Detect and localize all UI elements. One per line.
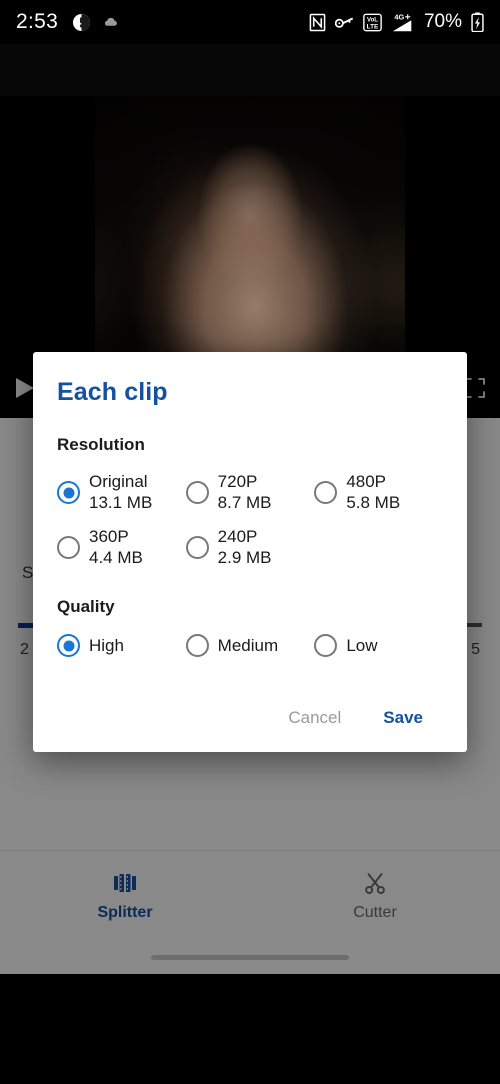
radio-icon-720p[interactable] — [185, 481, 209, 505]
resolution-option-original[interactable]: Original 13.1 MB — [57, 465, 186, 520]
resolution-option-360p[interactable]: 360P 4.4 MB — [57, 520, 186, 575]
radio-icon-480p[interactable] — [314, 481, 338, 505]
resolution-group: Resolution Original 13.1 MB 720P 8.7 MB — [57, 435, 443, 575]
quality-options: High Medium Low — [57, 627, 443, 664]
volte-icon: VoL LTE — [363, 13, 382, 32]
radio-icon-high[interactable] — [57, 634, 80, 658]
resolution-size-360p: 4.4 MB — [89, 547, 143, 567]
resolution-name-original: Original — [89, 472, 148, 491]
resolution-name-480p: 480P — [346, 472, 387, 491]
dialog-actions: Cancel Save — [57, 698, 443, 738]
quality-group: Quality High Medium Low — [57, 597, 443, 664]
resolution-name-240p: 240P — [217, 527, 258, 547]
quality-option-medium[interactable]: Medium — [185, 627, 315, 664]
resolution-option-720p[interactable]: 720P 8.7 MB — [185, 465, 315, 520]
status-time: 2:53 — [16, 10, 59, 33]
quality-option-low[interactable]: Low — [314, 627, 443, 664]
vpn-key-icon — [334, 15, 354, 29]
resolution-size-240p: 2.9 MB — [217, 547, 272, 567]
battery-percent-label: 70% — [423, 11, 462, 32]
svg-text:LTE: LTE — [367, 23, 379, 30]
resolution-group-label: Resolution — [57, 435, 145, 454]
quality-name-high: High — [89, 635, 124, 655]
each-clip-dialog: Each clip Resolution Original 13.1 MB 72… — [33, 352, 467, 753]
resolution-size-480p: 5.8 MB — [346, 492, 401, 512]
resolution-size-720p: 8.7 MB — [217, 492, 272, 512]
resolution-option-240p[interactable]: 240P 2.9 MB — [185, 520, 315, 575]
status-bar: 2:53 VoL LTE 4G 70% — [0, 0, 500, 44]
quality-name-low: Low — [346, 635, 378, 655]
resolution-size-original: 13.1 MB — [89, 492, 153, 512]
video-header-bar — [0, 44, 500, 96]
quality-option-high[interactable]: High — [57, 627, 186, 664]
resolution-name-720p: 720P — [217, 472, 258, 491]
radio-icon-medium[interactable] — [185, 634, 209, 658]
resolution-name-360p: 360P — [89, 527, 129, 547]
cloud-icon — [103, 16, 118, 28]
resolution-options: Original 13.1 MB 720P 8.7 MB 480P 5.8 MB… — [57, 465, 443, 575]
quality-name-medium: Medium — [217, 635, 279, 655]
signal-4g-plus-icon: 4G — [391, 12, 415, 33]
radio-icon-360p[interactable] — [57, 536, 80, 560]
nfc-icon — [309, 13, 326, 32]
resolution-option-480p[interactable]: 480P 5.8 MB — [314, 465, 443, 520]
phone-screen: S 2 5 Splitter Cutter Each clip Resoluti… — [0, 0, 500, 1084]
save-button[interactable]: Save — [367, 698, 439, 738]
dnd-circle-icon — [72, 13, 91, 32]
svg-text:4G: 4G — [394, 12, 404, 21]
battery-charging-icon — [471, 12, 484, 32]
radio-icon-240p[interactable] — [185, 536, 209, 560]
cancel-button[interactable]: Cancel — [272, 698, 357, 738]
radio-icon-low[interactable] — [314, 634, 338, 658]
dialog-title: Each clip — [57, 378, 168, 406]
quality-group-label: Quality — [57, 597, 115, 617]
radio-icon-original[interactable] — [57, 481, 80, 505]
